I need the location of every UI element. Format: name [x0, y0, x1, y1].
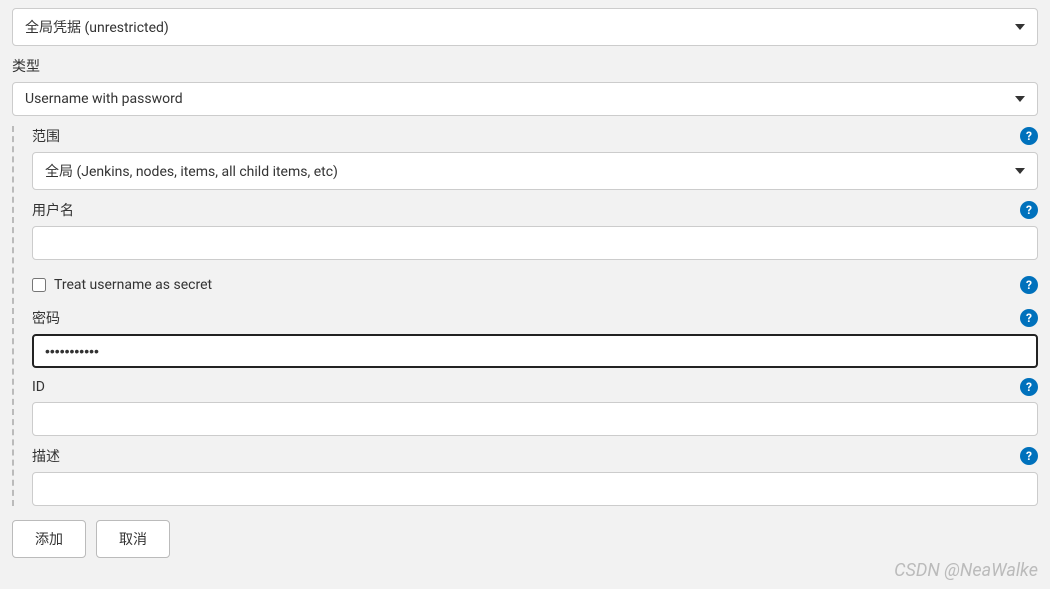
- help-icon[interactable]: ?: [1020, 447, 1038, 465]
- scope-label: 范围: [32, 126, 60, 146]
- help-icon[interactable]: ?: [1020, 201, 1038, 219]
- add-button[interactable]: 添加: [12, 520, 86, 558]
- help-icon[interactable]: ?: [1020, 127, 1038, 145]
- help-icon[interactable]: ?: [1020, 378, 1038, 396]
- description-label: 描述: [32, 446, 60, 466]
- chevron-down-icon: [1015, 24, 1025, 30]
- cancel-button[interactable]: 取消: [96, 520, 170, 558]
- username-label: 用户名: [32, 200, 74, 220]
- help-icon[interactable]: ?: [1020, 276, 1038, 294]
- type-select-value: Username with password: [25, 91, 183, 107]
- scope-select-value: 全局 (Jenkins, nodes, items, all child ite…: [45, 161, 338, 181]
- id-input[interactable]: [32, 402, 1038, 436]
- password-input[interactable]: [32, 334, 1038, 368]
- treat-secret-label[interactable]: Treat username as secret: [54, 277, 212, 293]
- domain-select-value: 全局凭据 (unrestricted): [25, 17, 169, 37]
- username-input[interactable]: [32, 226, 1038, 260]
- chevron-down-icon: [1015, 96, 1025, 102]
- treat-secret-checkbox[interactable]: [32, 278, 46, 292]
- chevron-down-icon: [1015, 168, 1025, 174]
- domain-select[interactable]: 全局凭据 (unrestricted): [12, 8, 1038, 46]
- type-select[interactable]: Username with password: [12, 82, 1038, 116]
- type-label: 类型: [12, 56, 1038, 76]
- description-input[interactable]: [32, 472, 1038, 506]
- scope-select[interactable]: 全局 (Jenkins, nodes, items, all child ite…: [32, 152, 1038, 190]
- password-label: 密码: [32, 308, 60, 328]
- id-label: ID: [32, 379, 45, 395]
- help-icon[interactable]: ?: [1020, 309, 1038, 327]
